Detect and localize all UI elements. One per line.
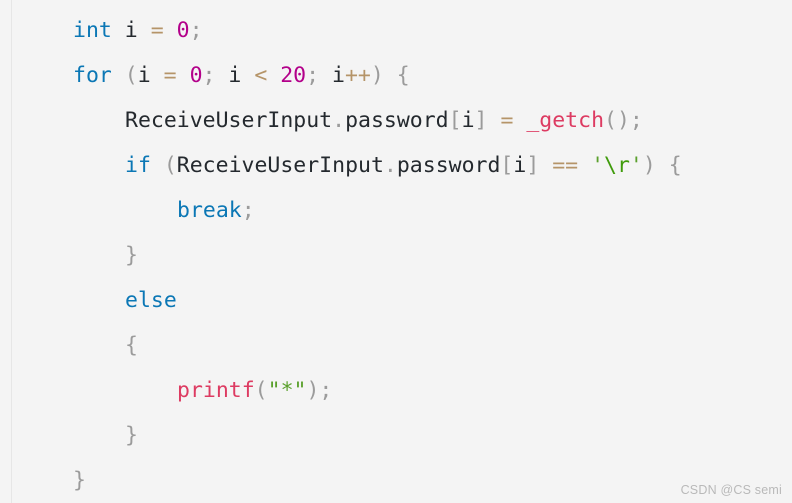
code-token-keyword: break xyxy=(177,198,242,223)
code-token-punct: ) xyxy=(616,108,630,133)
code-token-ident: i xyxy=(332,63,345,88)
code-token-keyword: else xyxy=(125,288,177,313)
code-token-punct: ) xyxy=(306,378,320,403)
code-token-operator: < xyxy=(254,63,268,88)
code-token-ident: ReceiveUserInput xyxy=(125,108,333,133)
code-token-punct: ; xyxy=(629,108,643,133)
code-token-string: "*" xyxy=(267,378,307,403)
code-token-operator: = xyxy=(500,108,514,133)
code-lines: int i = 0; for (i = 0; i < 20; i++) {Rece… xyxy=(0,8,792,503)
code-token-string: ' xyxy=(629,153,643,178)
code-token-operator: = xyxy=(150,18,164,43)
code-token-func: _getch xyxy=(526,108,605,133)
code-token-operator: == xyxy=(552,153,579,178)
code-token-punct: ) xyxy=(370,63,384,88)
code-token-ident: ReceiveUserInput xyxy=(176,153,384,178)
code-token-punct: { xyxy=(668,153,682,178)
code-token-number: 20 xyxy=(280,63,307,88)
code-token-punct: ; xyxy=(189,18,203,43)
code-token-ident: i xyxy=(124,18,138,43)
code-token-punct: { xyxy=(125,333,138,358)
code-token-func: printf xyxy=(177,378,255,403)
code-token-ident: i xyxy=(513,153,527,178)
code-token-keyword: if xyxy=(125,153,151,178)
code-token-punct: ( xyxy=(604,108,617,133)
code-token-number: 0 xyxy=(176,18,190,43)
code-line: } xyxy=(0,458,792,503)
code-line: for (i = 0; i < 20; i++) { xyxy=(0,53,792,98)
code-snippet-container: int i = 0; for (i = 0; i < 20; i++) {Rece… xyxy=(0,0,792,503)
code-token-ident: i xyxy=(137,63,151,88)
code-token-keyword: for xyxy=(73,63,112,88)
code-token-ident: password xyxy=(345,108,449,133)
code-token-punct: ] xyxy=(526,153,540,178)
code-line: printf("*"); xyxy=(0,368,792,413)
code-token-punct: [ xyxy=(448,108,462,133)
code-line: } xyxy=(0,413,792,458)
code-token-punct: ( xyxy=(254,378,268,403)
code-token-punct: ( xyxy=(163,153,177,178)
code-token-ident: password xyxy=(396,153,501,178)
code-token-punct: } xyxy=(125,243,138,268)
code-token-punct: ] xyxy=(474,108,488,133)
code-token-punct: } xyxy=(73,468,86,493)
code-line: { xyxy=(0,323,792,368)
code-token-ident: i xyxy=(461,108,475,133)
code-token-punct: [ xyxy=(500,153,514,178)
code-token-punct: . xyxy=(332,108,346,133)
code-line: int i = 0; xyxy=(0,8,792,53)
code-token-punct: ( xyxy=(124,63,138,88)
code-token-string: ' xyxy=(591,153,605,178)
code-token-keyword: int xyxy=(73,18,112,43)
code-token-number: 0 xyxy=(189,63,203,88)
code-line: if (ReceiveUserInput.password[i] == '\r'… xyxy=(0,143,792,188)
code-token-punct: ; xyxy=(319,378,333,403)
code-token-escape: \r xyxy=(604,153,630,178)
code-token-punct: } xyxy=(125,423,138,448)
code-line: ReceiveUserInput.password[i] = _getch(); xyxy=(0,98,792,143)
code-token-operator: ++ xyxy=(344,63,371,88)
code-token-operator: = xyxy=(163,63,177,88)
csdn-watermark: CSDN @CS semi xyxy=(680,483,782,497)
code-token-punct: . xyxy=(383,153,397,178)
code-token-punct: { xyxy=(396,63,410,88)
code-token-ident: i xyxy=(228,63,242,88)
code-line: else xyxy=(0,278,792,323)
code-token-punct: ; xyxy=(202,63,216,88)
code-token-punct: ; xyxy=(241,198,255,223)
gutter-divider xyxy=(11,0,12,503)
code-token-punct: ; xyxy=(306,63,320,88)
code-token-punct: ) xyxy=(642,153,656,178)
code-line: break; xyxy=(0,188,792,233)
code-line: } xyxy=(0,233,792,278)
